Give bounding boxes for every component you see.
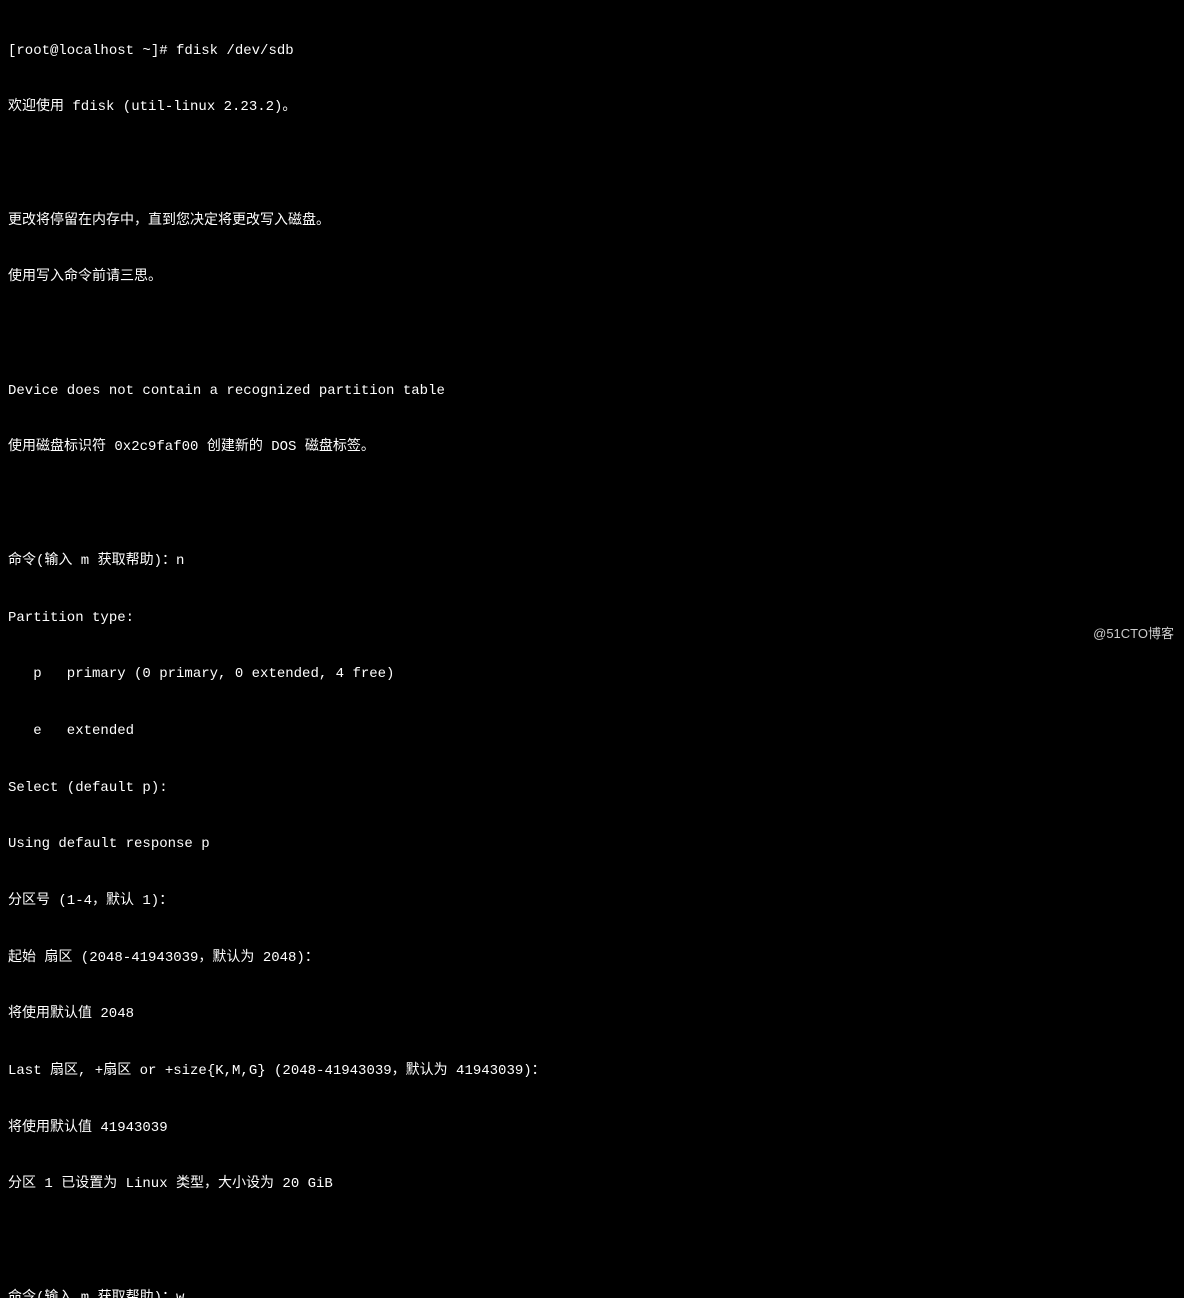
terminal-line: 使用写入命令前请三思。 — [8, 268, 1176, 287]
terminal-line — [8, 1232, 1176, 1251]
terminal-line — [8, 495, 1176, 514]
terminal-line: Device does not contain a recognized par… — [8, 382, 1176, 401]
watermark-label: @51CTO博客 — [1093, 625, 1174, 643]
terminal-line: Partition type: — [8, 609, 1176, 628]
terminal-line: 分区号 (1-4，默认 1)： — [8, 892, 1176, 911]
terminal-line: 使用磁盘标识符 0x2c9faf00 创建新的 DOS 磁盘标签。 — [8, 438, 1176, 457]
terminal-line: [root@localhost ~]# fdisk /dev/sdb — [8, 42, 1176, 61]
terminal-line: e extended — [8, 722, 1176, 741]
terminal-line: 命令(输入 m 获取帮助)：n — [8, 552, 1176, 571]
terminal-line: 更改将停留在内存中，直到您决定将更改写入磁盘。 — [8, 212, 1176, 231]
terminal-line: 命令(输入 m 获取帮助)：w — [8, 1289, 1176, 1298]
terminal-line: 将使用默认值 41943039 — [8, 1119, 1176, 1138]
terminal-line — [8, 155, 1176, 174]
terminal-line — [8, 325, 1176, 344]
terminal-line: Select (default p): — [8, 779, 1176, 798]
terminal-line: 将使用默认值 2048 — [8, 1005, 1176, 1024]
terminal-line: 分区 1 已设置为 Linux 类型，大小设为 20 GiB — [8, 1175, 1176, 1194]
terminal-window[interactable]: [root@localhost ~]# fdisk /dev/sdb 欢迎使用 … — [0, 0, 1184, 1298]
terminal-line: p primary (0 primary, 0 extended, 4 free… — [8, 665, 1176, 684]
terminal-line: Using default response p — [8, 835, 1176, 854]
terminal-line: Last 扇区, +扇区 or +size{K,M,G} (2048-41943… — [8, 1062, 1176, 1081]
terminal-line: 起始 扇区 (2048-41943039，默认为 2048)： — [8, 949, 1176, 968]
terminal-line: 欢迎使用 fdisk (util-linux 2.23.2)。 — [8, 98, 1176, 117]
